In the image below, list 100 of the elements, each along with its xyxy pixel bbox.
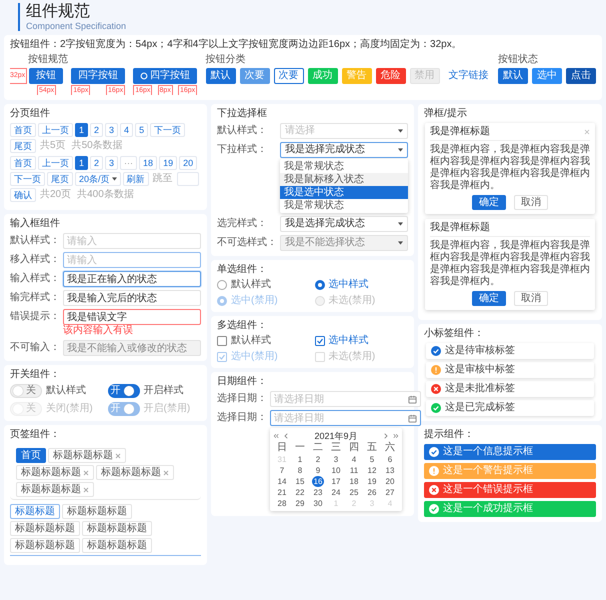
primary-button[interactable]: 默认 xyxy=(206,68,236,84)
radio-button[interactable] xyxy=(217,280,227,290)
calendar-day[interactable]: 9 xyxy=(312,465,324,476)
tab[interactable]: 标题标题标题 xyxy=(96,465,174,480)
calendar-day[interactable]: 20 xyxy=(384,476,396,487)
tab[interactable]: 标题标题标题 xyxy=(82,538,152,553)
text-field[interactable]: 我是输入完后的状态 xyxy=(63,290,201,306)
tab[interactable]: 标题标题标题 xyxy=(10,521,80,536)
menu-option[interactable]: 我是常规状态 xyxy=(280,160,408,173)
calendar-day[interactable]: 22 xyxy=(294,487,306,498)
calendar-day[interactable]: 26 xyxy=(366,487,378,498)
calendar-day[interactable]: 18 xyxy=(348,476,360,487)
page-number[interactable]: 1 xyxy=(75,123,88,137)
calendar-day[interactable]: 24 xyxy=(330,487,342,498)
toggle-switch[interactable]: 关 xyxy=(10,384,42,398)
page-number[interactable]: 3 xyxy=(105,123,118,137)
menu-option[interactable]: 我是常规状态 xyxy=(280,199,408,212)
pager-button[interactable]: 尾页 xyxy=(47,172,73,186)
tab[interactable]: 标题标题标题 xyxy=(10,538,80,553)
calendar-day[interactable]: 16 xyxy=(312,476,324,487)
page-size-select[interactable]: 20条/页 xyxy=(75,172,121,186)
calendar-day[interactable]: 19 xyxy=(366,476,378,487)
page-number[interactable]: 19 xyxy=(159,156,178,170)
page-number[interactable]: 5 xyxy=(135,123,148,137)
hover-state-button[interactable]: 选中 xyxy=(532,68,562,84)
calendar-day[interactable]: 1 xyxy=(294,454,306,465)
checkbox[interactable] xyxy=(217,336,227,346)
primary-button[interactable]: 四字按钮 xyxy=(133,68,198,84)
calendar-day[interactable]: 17 xyxy=(330,476,342,487)
calendar-day[interactable]: 8 xyxy=(294,465,306,476)
double-chevron-right-icon[interactable] xyxy=(392,433,399,439)
pager-button[interactable]: 尾页 xyxy=(10,139,36,153)
close-icon[interactable] xyxy=(115,452,121,458)
calendar-day[interactable]: 13 xyxy=(384,465,396,476)
text-link[interactable]: 文字链接 xyxy=(444,68,494,84)
pager-button[interactable]: 上一页 xyxy=(38,156,73,170)
toggle-switch[interactable]: 开 xyxy=(108,384,140,398)
calendar-day[interactable]: 14 xyxy=(276,476,288,487)
cancel-button[interactable]: 取消 xyxy=(514,195,548,210)
tab[interactable]: 标题标题标题 xyxy=(16,482,94,497)
close-icon[interactable] xyxy=(83,486,89,492)
menu-option[interactable]: 我是鼠标移入状态 xyxy=(280,173,408,186)
calendar-day[interactable]: 12 xyxy=(366,465,378,476)
close-icon[interactable] xyxy=(163,470,169,476)
active-state-button[interactable]: 点击 xyxy=(566,68,596,84)
calendar-day[interactable]: 10 xyxy=(330,465,342,476)
select-field[interactable]: 我是选择完成状态 xyxy=(280,216,408,232)
chevron-right-icon[interactable] xyxy=(382,433,389,439)
calendar-day[interactable]: 5 xyxy=(366,454,378,465)
cancel-button[interactable]: 取消 xyxy=(514,291,548,306)
calendar-day[interactable]: 15 xyxy=(294,476,306,487)
calendar-day[interactable]: 7 xyxy=(276,465,288,476)
normal-state-button[interactable]: 默认 xyxy=(498,68,528,84)
page-number[interactable]: 2 xyxy=(90,156,104,170)
calendar-day[interactable]: 23 xyxy=(312,487,324,498)
page-jump-field[interactable] xyxy=(176,172,199,186)
primary-button[interactable]: 四字按钮 xyxy=(71,68,126,84)
text-field[interactable]: 我是错误文字 xyxy=(63,309,201,325)
chevron-left-icon[interactable] xyxy=(283,433,290,439)
checkbox[interactable] xyxy=(314,336,324,346)
tab[interactable]: 标题标题标题 xyxy=(62,504,132,519)
calendar-day[interactable]: 11 xyxy=(348,465,360,476)
select-field[interactable]: 我是选择完成状态 xyxy=(280,142,408,158)
page-number[interactable]: 1 xyxy=(75,156,88,170)
calendar-day[interactable]: 4 xyxy=(348,454,360,465)
calendar-day[interactable]: 25 xyxy=(348,487,360,498)
date-field[interactable]: 请选择日期 xyxy=(270,410,421,426)
tab[interactable]: 标题标题 xyxy=(10,504,60,519)
tab[interactable]: 标题标题标题 xyxy=(82,521,152,536)
text-field[interactable]: 我是正在输入的状态 xyxy=(63,271,201,287)
tab[interactable]: 首页 xyxy=(16,448,46,463)
tab[interactable]: 标题标题标题 xyxy=(16,465,94,480)
calendar-day[interactable]: 27 xyxy=(384,487,396,498)
calendar-day[interactable]: 29 xyxy=(294,498,306,509)
text-field[interactable]: 请输入 xyxy=(63,252,201,268)
page-number[interactable]: 18 xyxy=(139,156,158,170)
page-number[interactable]: 4 xyxy=(120,123,134,137)
menu-option[interactable]: 我是选中状态 xyxy=(280,186,408,199)
pager-button[interactable]: 下一页 xyxy=(10,172,45,186)
pager-button[interactable]: 刷新 xyxy=(122,172,149,186)
pager-button[interactable]: 确认 xyxy=(10,188,36,202)
calendar-day[interactable]: 21 xyxy=(276,487,288,498)
outline-button[interactable]: 次要 xyxy=(274,68,304,84)
secondary-button[interactable]: 次要 xyxy=(240,68,270,84)
tab[interactable]: 标题标题标题 xyxy=(48,448,126,463)
double-chevron-left-icon[interactable] xyxy=(273,433,280,439)
radio-button[interactable] xyxy=(314,280,324,290)
primary-button[interactable]: 按钮 xyxy=(29,68,64,84)
page-number[interactable]: 3 xyxy=(105,156,118,170)
close-icon[interactable] xyxy=(584,129,590,135)
danger-button[interactable]: 危险 xyxy=(376,68,406,84)
page-number[interactable]: 20 xyxy=(179,156,198,170)
confirm-button[interactable]: 确定 xyxy=(472,291,506,306)
calendar-day[interactable]: 6 xyxy=(384,454,396,465)
pager-button[interactable]: 上一页 xyxy=(38,123,73,137)
calendar-day[interactable]: 30 xyxy=(312,498,324,509)
pager-button[interactable]: 首页 xyxy=(10,123,36,137)
page-number[interactable]: 2 xyxy=(90,123,104,137)
pager-button[interactable]: 下一页 xyxy=(150,123,186,137)
confirm-button[interactable]: 确定 xyxy=(472,195,506,210)
